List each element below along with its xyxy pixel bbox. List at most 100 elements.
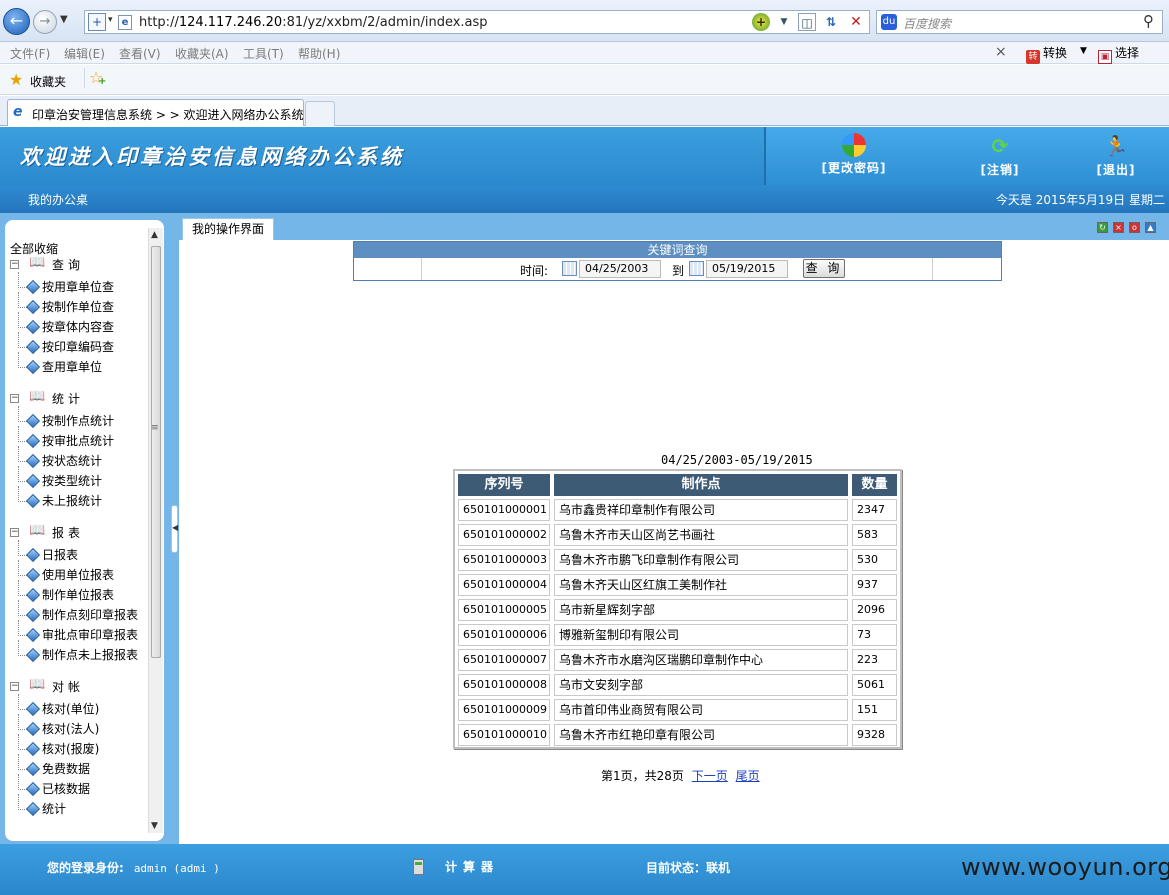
favorites-button[interactable]: 收藏夹 bbox=[30, 73, 66, 90]
search-bar[interactable]: du 百度搜索 ⚲ bbox=[876, 10, 1163, 34]
diamond-icon bbox=[25, 433, 41, 449]
next-page-link[interactable]: 下一页 bbox=[692, 769, 728, 783]
sidebar-item[interactable]: 按章体内容查 bbox=[17, 312, 114, 335]
date-range-label: 04/25/2003-05/19/2015 bbox=[661, 453, 813, 467]
sidebar-item[interactable]: 制作点未上报报表 bbox=[17, 640, 138, 663]
back-button[interactable]: ← bbox=[3, 8, 30, 35]
sidebar-item[interactable]: 按制作点统计 bbox=[17, 406, 114, 429]
collapse-toggle-icon[interactable]: − bbox=[10, 682, 19, 691]
menu-file[interactable]: 文件(F) bbox=[10, 45, 50, 62]
stop-icon[interactable]: o bbox=[1129, 222, 1140, 233]
calendar-icon[interactable] bbox=[562, 261, 577, 276]
sidebar-item[interactable]: 按审批点统计 bbox=[17, 426, 114, 449]
start-date-field[interactable]: 04/25/2003 bbox=[579, 260, 661, 278]
sidebar-item[interactable]: 免费数据 bbox=[17, 754, 90, 777]
collapse-toggle-icon[interactable]: − bbox=[10, 260, 19, 269]
chevron-down-icon[interactable]: ▾ bbox=[108, 15, 113, 25]
change-password-button[interactable]: [更改密码] bbox=[809, 133, 899, 181]
maker-cell: 乌鲁木齐市天山区尚艺书画社 bbox=[554, 524, 848, 546]
diamond-icon bbox=[25, 319, 41, 335]
quantity-cell: 530 bbox=[852, 549, 897, 571]
diamond-icon bbox=[25, 781, 41, 797]
sidebar-item[interactable]: 核对(法人) bbox=[17, 714, 99, 737]
browser-tab[interactable]: e 印章治安管理信息系统 > > 欢迎进入网络办公系统 bbox=[7, 99, 304, 126]
sidebar-item[interactable]: 核对(报废) bbox=[17, 734, 99, 757]
diamond-icon bbox=[25, 473, 41, 489]
sidebar-item[interactable]: 未上报统计 bbox=[17, 486, 102, 509]
subheader: 我的办公桌 今天是 2015年5月19日 星期二 bbox=[0, 185, 1169, 213]
sidebar-item[interactable]: 按制作单位查 bbox=[17, 292, 114, 315]
sidebar-item[interactable]: 日报表 bbox=[17, 540, 78, 563]
search-icon[interactable]: ⚲ bbox=[1143, 12, 1154, 30]
new-tab-button[interactable] bbox=[305, 101, 335, 126]
menu-help[interactable]: 帮助(H) bbox=[298, 45, 340, 62]
chevron-down-icon[interactable]: ▼ bbox=[775, 13, 793, 31]
sidebar-scrollbar[interactable]: ▲ ≡ ▼ bbox=[148, 228, 163, 833]
scroll-top-icon[interactable]: ▲ bbox=[1145, 222, 1156, 233]
logoff-button[interactable]: ⟳ [注销] bbox=[955, 133, 1045, 181]
close-icon[interactable]: × bbox=[995, 44, 1007, 60]
query-button[interactable]: 查 询 bbox=[803, 259, 845, 278]
diamond-icon bbox=[25, 647, 41, 663]
table-header-cell: 制作点 bbox=[554, 474, 848, 496]
sidebar-item[interactable]: 制作点刻印章报表 bbox=[17, 600, 138, 623]
exit-button[interactable]: 🏃 [退出] bbox=[1071, 133, 1161, 181]
select-button[interactable]: ▣ 选择 bbox=[1098, 44, 1139, 64]
tab-operations[interactable]: 我的操作界面 bbox=[182, 218, 274, 241]
last-page-link[interactable]: 尾页 bbox=[736, 769, 760, 783]
sidebar-item[interactable]: 按类型统计 bbox=[17, 466, 102, 489]
refresh-icon[interactable]: ↻ bbox=[1097, 222, 1108, 233]
calculator-icon[interactable] bbox=[413, 859, 424, 875]
translate-button[interactable]: 转转换 bbox=[1026, 44, 1067, 64]
sidebar-item[interactable]: 审批点审印章报表 bbox=[17, 620, 138, 643]
sidebar-item[interactable]: 核对(单位) bbox=[17, 694, 99, 717]
url-text[interactable]: http://124.117.246.20:81/yz/xxbm/2/admin… bbox=[139, 15, 488, 30]
forward-button[interactable]: → bbox=[33, 10, 57, 34]
sidebar-item[interactable]: 统计 bbox=[17, 794, 66, 817]
compat-view-icon[interactable]: + bbox=[88, 13, 106, 31]
sidebar-item[interactable]: 制作单位报表 bbox=[17, 580, 114, 603]
sidebar-item[interactable]: 按用章单位查 bbox=[17, 272, 114, 295]
serial-cell: 650101000002 bbox=[458, 524, 550, 546]
login-info: 您的登录身份: admin (admi ) bbox=[47, 861, 220, 875]
scroll-down-icon[interactable]: ▼ bbox=[151, 821, 158, 831]
add-favorite-icon[interactable]: ☆ + bbox=[84, 68, 106, 88]
sidebar-item[interactable]: 已核数据 bbox=[17, 774, 90, 797]
address-bar[interactable]: + ▾ e http://124.117.246.20:81/yz/xxbm/2… bbox=[84, 10, 870, 34]
sidebar-item[interactable]: 使用单位报表 bbox=[17, 560, 114, 583]
menu-view[interactable]: 查看(V) bbox=[119, 45, 161, 62]
search-input[interactable]: 百度搜索 bbox=[903, 15, 951, 32]
serial-cell: 650101000009 bbox=[458, 699, 550, 721]
star-icon[interactable]: ★ bbox=[9, 70, 23, 89]
collapse-toggle-icon[interactable]: − bbox=[10, 528, 19, 537]
diamond-icon bbox=[25, 279, 41, 295]
scroll-up-icon[interactable]: ▲ bbox=[151, 230, 158, 240]
page-info: 第1页，共28页 bbox=[601, 769, 684, 783]
sidebar-item[interactable]: 按印章编码查 bbox=[17, 332, 114, 355]
collapse-toggle-icon[interactable]: − bbox=[10, 394, 19, 403]
maker-cell: 乌市文安刻字部 bbox=[554, 674, 848, 696]
menu-favorites[interactable]: 收藏夹(A) bbox=[175, 45, 229, 62]
calendar-icon[interactable] bbox=[689, 261, 704, 276]
close-icon[interactable]: × bbox=[1113, 222, 1124, 233]
go-icon[interactable]: + bbox=[752, 13, 770, 31]
calculator-link[interactable]: 计算器 bbox=[445, 858, 499, 875]
menu-tools[interactable]: 工具(T) bbox=[243, 45, 284, 62]
scroll-thumb[interactable] bbox=[151, 246, 161, 658]
diamond-icon bbox=[25, 761, 41, 777]
menu-edit[interactable]: 编辑(E) bbox=[64, 45, 105, 62]
sidebar-item[interactable]: 按状态统计 bbox=[17, 446, 102, 469]
sidebar-item[interactable]: 查用章单位 bbox=[17, 352, 102, 375]
end-date-field[interactable]: 05/19/2015 bbox=[706, 260, 788, 278]
serial-cell: 650101000006 bbox=[458, 624, 550, 646]
watermark: www.wooyun.org bbox=[961, 853, 1169, 881]
chevron-down-icon[interactable]: ▼ bbox=[1080, 46, 1087, 56]
compatibility-icon[interactable]: ◫ bbox=[798, 13, 816, 31]
history-dropdown-icon[interactable]: ▼ bbox=[60, 14, 68, 25]
stop-icon[interactable]: ✕ bbox=[847, 13, 865, 31]
quantity-cell: 73 bbox=[852, 624, 897, 646]
refresh-icon[interactable]: ⇅ bbox=[822, 13, 840, 31]
serial-cell: 650101000001 bbox=[458, 499, 550, 521]
sidebar-splitter[interactable]: ◀ bbox=[171, 505, 178, 553]
maker-cell: 乌鲁木齐市红艳印章有限公司 bbox=[554, 724, 848, 746]
